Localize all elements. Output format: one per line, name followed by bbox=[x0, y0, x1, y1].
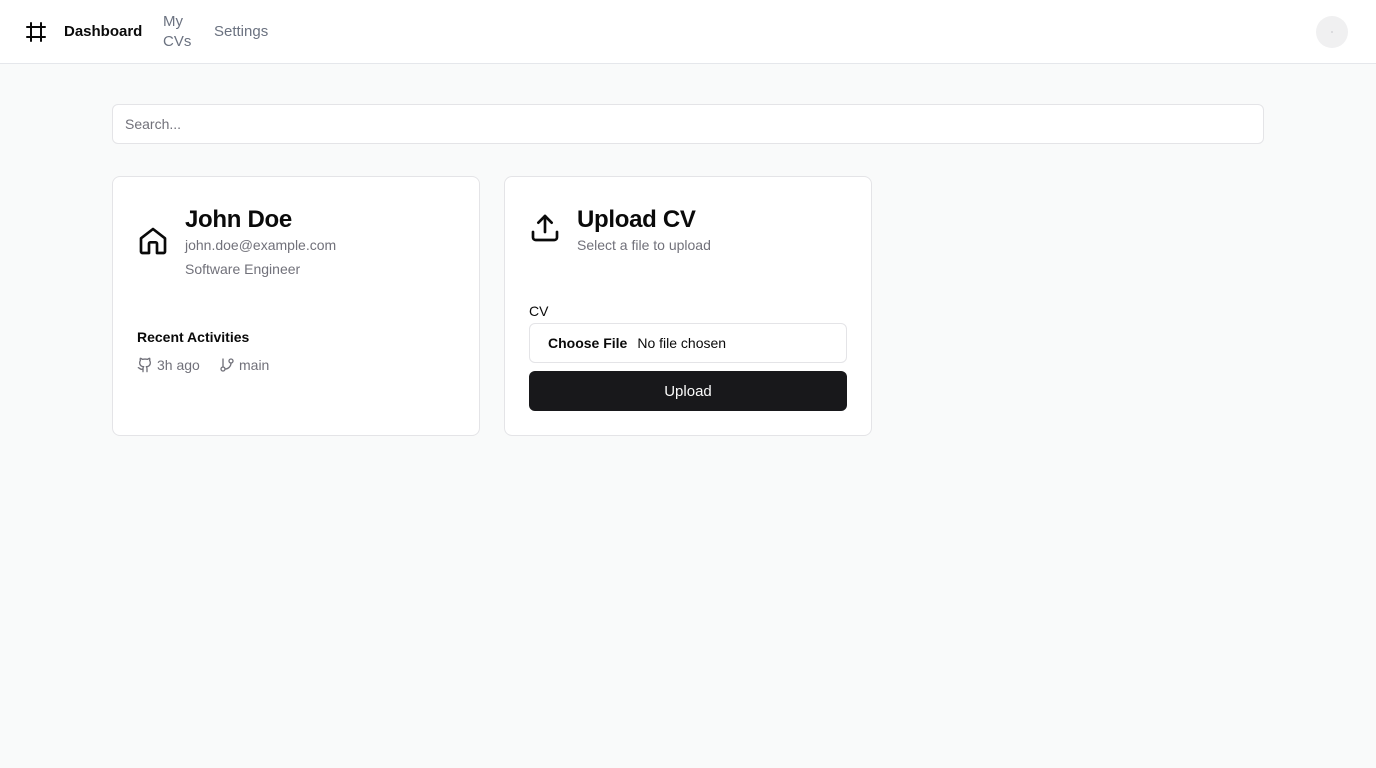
avatar[interactable] bbox=[1316, 16, 1348, 48]
profile-role: Software Engineer bbox=[185, 261, 301, 277]
profile-card: John Doe john.doe@example.com Software E… bbox=[112, 176, 480, 436]
cv-field-label: CV bbox=[529, 303, 549, 319]
file-status-text: No file chosen bbox=[637, 335, 727, 351]
profile-email: john.doe@example.com bbox=[185, 237, 337, 253]
hash-icon[interactable] bbox=[24, 20, 48, 44]
github-icon bbox=[137, 357, 152, 373]
nav-settings-link[interactable]: Settings bbox=[214, 22, 268, 42]
upload-title: Upload CV bbox=[577, 206, 696, 233]
upload-icon bbox=[531, 214, 559, 242]
activity-time: 3h ago bbox=[157, 357, 200, 373]
nav-dashboard-link[interactable]: Dashboard bbox=[64, 22, 142, 42]
upload-button[interactable]: Upload bbox=[529, 371, 847, 411]
home-icon bbox=[139, 227, 167, 255]
nav-my-cvs-link[interactable]: My CVs bbox=[163, 12, 197, 52]
profile-name: John Doe bbox=[185, 206, 292, 233]
activity-item: 3h ago bbox=[137, 355, 200, 375]
choose-file-button[interactable]: Choose File bbox=[548, 335, 627, 351]
upload-card: Upload CV Select a file to upload CV Cho… bbox=[504, 176, 872, 436]
cv-file-input[interactable]: Choose File No file chosen bbox=[529, 323, 847, 363]
activity-item: main bbox=[219, 355, 269, 375]
search-input[interactable] bbox=[112, 104, 1264, 144]
upload-subtitle: Select a file to upload bbox=[577, 237, 711, 253]
recent-activities-heading: Recent Activities bbox=[137, 329, 250, 345]
git-branch-icon bbox=[220, 358, 234, 372]
activity-branch: main bbox=[239, 357, 270, 373]
top-nav-bar: Dashboard My CVs Settings bbox=[0, 0, 1376, 64]
avatar-dot bbox=[1331, 31, 1333, 33]
